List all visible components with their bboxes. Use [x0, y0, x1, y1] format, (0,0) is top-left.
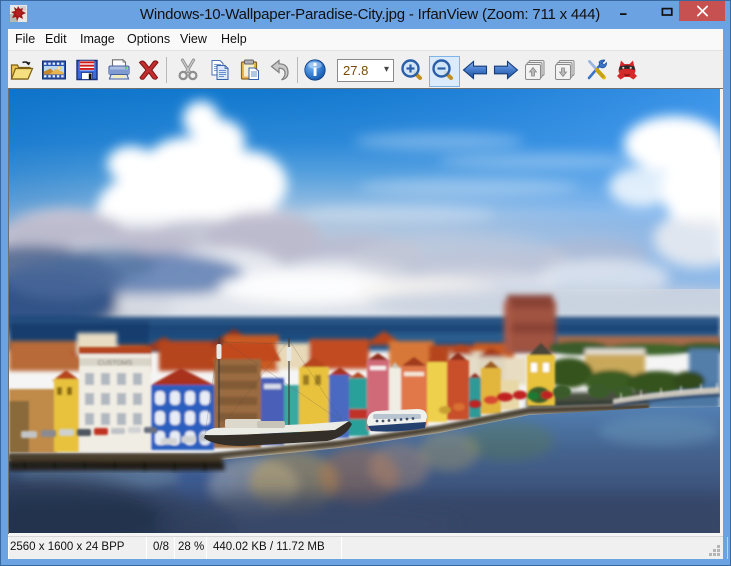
svg-text:CUSTOMS: CUSTOMS [98, 360, 133, 367]
